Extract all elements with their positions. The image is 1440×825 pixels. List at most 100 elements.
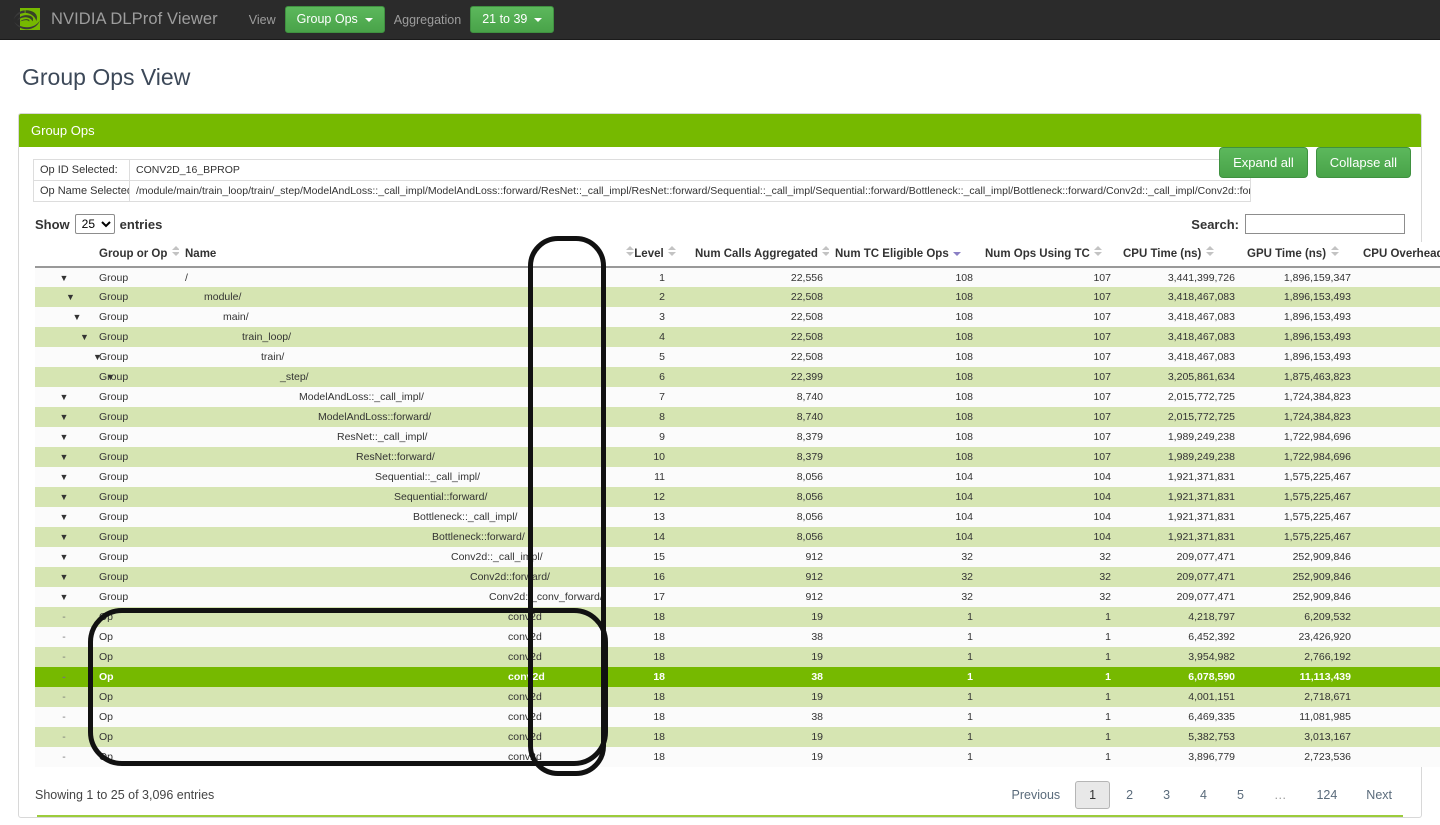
cell-level: 18 xyxy=(609,727,689,747)
pagination-page-5[interactable]: 5 xyxy=(1223,781,1258,809)
column-header-num-tc-eligible-ops[interactable]: Num TC Eligible Ops xyxy=(829,242,979,267)
panel-body: Expand all Collapse all Op ID Selected: … xyxy=(19,147,1421,817)
row-expander[interactable]: - xyxy=(35,607,93,627)
table-row[interactable]: ▼GroupConv2d::_call_impl/159123232209,07… xyxy=(35,547,1440,567)
expand-triangle-icon[interactable]: ▼ xyxy=(60,472,69,482)
row-expander[interactable]: - xyxy=(35,747,93,767)
row-expander[interactable]: ▼ xyxy=(35,547,93,567)
cell-num-tc-eligible-ops: 1 xyxy=(829,607,979,627)
table-row[interactable]: ▼GroupModelAndLoss::_call_impl/78,740108… xyxy=(35,387,1440,407)
table-row[interactable]: ▼GroupModelAndLoss::forward/88,740108107… xyxy=(35,407,1440,427)
cell-level: 18 xyxy=(609,647,689,667)
row-expander[interactable]: - xyxy=(35,727,93,747)
expand-all-button[interactable]: Expand all xyxy=(1219,147,1308,178)
table-row[interactable]: -Opconv2d1819113,896,7792,723,5363,252,7… xyxy=(35,747,1440,767)
cell-num-tc-eligible-ops: 104 xyxy=(829,487,979,507)
pagination-previous[interactable]: Previous xyxy=(999,781,1074,809)
table-row[interactable]: ▼GroupConv2d::_conv_forward/179123232209… xyxy=(35,587,1440,607)
table-row[interactable]: ▼GroupSequential::_call_impl/118,0561041… xyxy=(35,467,1440,487)
show-entries-select[interactable]: 25 xyxy=(75,214,115,234)
row-expander[interactable]: ▼ xyxy=(35,467,93,487)
table-row[interactable]: ▼GroupSequential::forward/128,0561041041… xyxy=(35,487,1440,507)
cell-num-tc-eligible-ops: 108 xyxy=(829,447,979,467)
column-header-name[interactable]: Name xyxy=(179,242,609,267)
row-expander[interactable]: ▼ xyxy=(35,327,93,347)
table-row[interactable]: -Opconv2d1838116,452,39223,426,9205,080,… xyxy=(35,627,1440,647)
table-row[interactable]: ▼Grouptrain_loop/422,5081081073,418,467,… xyxy=(35,327,1440,347)
row-expander[interactable]: ▼ xyxy=(35,487,93,507)
row-expander[interactable]: - xyxy=(35,707,93,727)
row-expander[interactable]: - xyxy=(35,667,93,687)
row-expander[interactable]: ▼ xyxy=(35,307,93,327)
column-header-cpu-overhead-time[interactable]: CPU Overhead Time (ns) xyxy=(1357,242,1440,267)
table-row[interactable]: -Opconv2d1819115,382,7533,013,1674,647,4… xyxy=(35,727,1440,747)
table-row[interactable]: ▼Groupmodule/222,5081081073,418,467,0831… xyxy=(35,287,1440,307)
expand-triangle-icon[interactable]: ▼ xyxy=(60,432,69,442)
aggregation-dropdown-button[interactable]: 21 to 39 xyxy=(470,6,554,33)
row-expander[interactable]: - xyxy=(35,647,93,667)
expand-triangle-icon[interactable]: ▼ xyxy=(60,412,69,422)
row-expander[interactable]: ▼ xyxy=(35,387,93,407)
expand-triangle-icon[interactable]: ▼ xyxy=(60,512,69,522)
column-label: Level xyxy=(634,248,663,260)
view-dropdown-button[interactable]: Group Ops xyxy=(285,6,385,33)
search-input[interactable] xyxy=(1245,214,1405,234)
table-row[interactable]: -Opconv2d1819114,001,1512,718,6713,294,4… xyxy=(35,687,1440,707)
row-expander[interactable]: ▼ xyxy=(35,427,93,447)
row-expander[interactable]: ▼ xyxy=(35,347,93,367)
cell-num-tc-eligible-ops: 108 xyxy=(829,267,979,287)
expand-triangle-icon[interactable]: ▼ xyxy=(60,552,69,562)
expand-triangle-icon[interactable]: ▼ xyxy=(60,273,69,283)
expand-triangle-icon[interactable]: ▼ xyxy=(60,392,69,402)
table-row[interactable]: ▼GroupResNet::_call_impl/98,3791081071,9… xyxy=(35,427,1440,447)
row-expander[interactable]: ▼ xyxy=(35,367,93,387)
row-expander[interactable]: ▼ xyxy=(35,507,93,527)
column-header-group-or-op[interactable]: Group or Op xyxy=(93,242,179,267)
cell-cpu-time: 1,989,249,238 xyxy=(1117,427,1241,447)
column-header-num-calls-aggregated[interactable]: Num Calls Aggregated xyxy=(689,242,829,267)
table-row[interactable]: -Opconv2d1819113,954,9822,766,1923,308,5… xyxy=(35,647,1440,667)
pagination-page-3[interactable]: 3 xyxy=(1149,781,1184,809)
expand-triangle-icon[interactable]: ▼ xyxy=(60,532,69,542)
expand-triangle-icon[interactable]: ▼ xyxy=(66,292,75,302)
table-row[interactable]: ▼GroupConv2d::forward/169123232209,077,4… xyxy=(35,567,1440,587)
pagination-next[interactable]: Next xyxy=(1353,781,1405,809)
row-expander[interactable]: ▼ xyxy=(35,447,93,467)
table-row[interactable]: ▼GroupResNet::forward/108,3791081071,989… xyxy=(35,447,1440,467)
table-row[interactable]: ▼Grouptrain/522,5081081073,418,467,0831,… xyxy=(35,347,1440,367)
table-row[interactable]: ▼GroupBottleneck::forward/148,0561041041… xyxy=(35,527,1440,547)
table-row[interactable]: ▼GroupBottleneck::_call_impl/138,0561041… xyxy=(35,507,1440,527)
cell-num-calls-aggregated: 22,508 xyxy=(689,307,829,327)
row-expander[interactable]: ▼ xyxy=(35,567,93,587)
expand-triangle-icon[interactable]: ▼ xyxy=(73,312,82,322)
pagination-page-2[interactable]: 2 xyxy=(1112,781,1147,809)
row-expander[interactable]: ▼ xyxy=(35,587,93,607)
row-expander[interactable]: - xyxy=(35,627,93,647)
expand-triangle-icon[interactable]: ▼ xyxy=(80,332,89,342)
column-header-gpu-time[interactable]: GPU Time (ns) xyxy=(1241,242,1357,267)
expand-triangle-icon[interactable]: ▼ xyxy=(60,572,69,582)
expand-triangle-icon[interactable]: ▼ xyxy=(60,452,69,462)
column-header-level[interactable]: Level xyxy=(609,242,689,267)
column-header-cpu-time[interactable]: CPU Time (ns) xyxy=(1117,242,1241,267)
table-row[interactable]: -Opconv2d1819114,218,7976,209,5323,529,5… xyxy=(35,607,1440,627)
row-expander[interactable]: - xyxy=(35,687,93,707)
table-row[interactable]: ▼Group_step/622,3991081073,205,861,6341,… xyxy=(35,367,1440,387)
expand-triangle-icon[interactable]: ▼ xyxy=(60,592,69,602)
cell-cpu-overhead-time: 1,769,052,470 xyxy=(1357,427,1440,447)
pagination-page-4[interactable]: 4 xyxy=(1186,781,1221,809)
pagination-page-1[interactable]: 1 xyxy=(1075,781,1110,809)
row-expander[interactable]: ▼ xyxy=(35,267,93,287)
expand-triangle-icon[interactable]: ▼ xyxy=(60,492,69,502)
table-row[interactable]: -Opconv2d1838116,469,33511,081,9855,043,… xyxy=(35,707,1440,727)
table-row[interactable]: ▼Groupmain/322,5081081073,418,467,0831,8… xyxy=(35,307,1440,327)
row-expander[interactable]: ▼ xyxy=(35,287,93,307)
row-expander[interactable]: ▼ xyxy=(35,527,93,547)
row-name-text: module/ xyxy=(204,291,241,303)
column-header-num-ops-using-tc[interactable]: Num Ops Using TC xyxy=(979,242,1117,267)
collapse-all-button[interactable]: Collapse all xyxy=(1316,147,1411,178)
pagination-page-124[interactable]: 124 xyxy=(1302,781,1351,809)
table-row[interactable]: ▼Group/122,5561081073,441,399,7261,896,1… xyxy=(35,267,1440,287)
row-expander[interactable]: ▼ xyxy=(35,407,93,427)
table-row[interactable]: -Opconv2d1838116,078,59011,113,4394,728,… xyxy=(35,667,1440,687)
